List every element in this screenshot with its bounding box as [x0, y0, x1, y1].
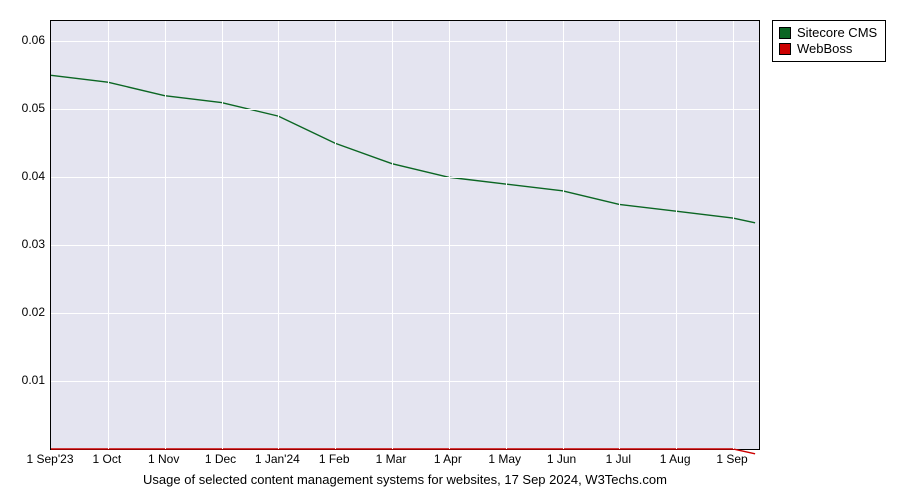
x-tick-label: 1 Aug	[660, 452, 691, 466]
gridline-v	[449, 21, 450, 449]
gridline-v	[335, 21, 336, 449]
series-line	[51, 75, 755, 222]
gridline-v	[563, 21, 564, 449]
x-tick-label: 1 Jul	[606, 452, 631, 466]
x-tick-label: 1 Jun	[547, 452, 576, 466]
x-tick-label: 1 Nov	[148, 452, 179, 466]
gridline-v	[619, 21, 620, 449]
y-tick-label: 0.05	[5, 101, 45, 115]
gridline-v	[278, 21, 279, 449]
y-tick-label: 0.04	[5, 169, 45, 183]
gridline-v	[222, 21, 223, 449]
y-tick-label: 0.03	[5, 237, 45, 251]
x-tick-label: 1 May	[488, 452, 521, 466]
legend-item: WebBoss	[779, 41, 877, 57]
y-tick-label: 0.01	[5, 373, 45, 387]
legend-swatch	[779, 27, 791, 39]
legend-swatch	[779, 43, 791, 55]
gridline-h	[51, 41, 759, 42]
gridline-h	[51, 177, 759, 178]
legend-label: Sitecore CMS	[797, 25, 877, 41]
x-tick-label: 1 Feb	[319, 452, 350, 466]
x-tick-label: 1 Oct	[92, 452, 121, 466]
x-tick-label: 1 Sep'23	[27, 452, 74, 466]
legend-item: Sitecore CMS	[779, 25, 877, 41]
x-tick-label: 1 Jan'24	[255, 452, 300, 466]
chart-container: Sitecore CMSWebBoss Usage of selected co…	[0, 0, 900, 500]
x-tick-label: 1 Mar	[376, 452, 407, 466]
x-tick-label: 1 Sep	[716, 452, 747, 466]
gridline-v	[506, 21, 507, 449]
x-tick-label: 1 Apr	[434, 452, 462, 466]
x-tick-label: 1 Dec	[205, 452, 236, 466]
plot-area	[50, 20, 760, 450]
gridline-v	[392, 21, 393, 449]
gridline-h	[51, 381, 759, 382]
gridline-v	[733, 21, 734, 449]
gridline-v	[676, 21, 677, 449]
legend: Sitecore CMSWebBoss	[772, 20, 886, 62]
gridline-h	[51, 313, 759, 314]
gridline-v	[108, 21, 109, 449]
gridline-v	[165, 21, 166, 449]
legend-label: WebBoss	[797, 41, 852, 57]
y-tick-label: 0.02	[5, 305, 45, 319]
gridline-h	[51, 109, 759, 110]
gridline-h	[51, 245, 759, 246]
chart-series-layer	[51, 21, 759, 449]
y-tick-label: 0.06	[5, 33, 45, 47]
chart-caption: Usage of selected content management sys…	[0, 472, 810, 487]
